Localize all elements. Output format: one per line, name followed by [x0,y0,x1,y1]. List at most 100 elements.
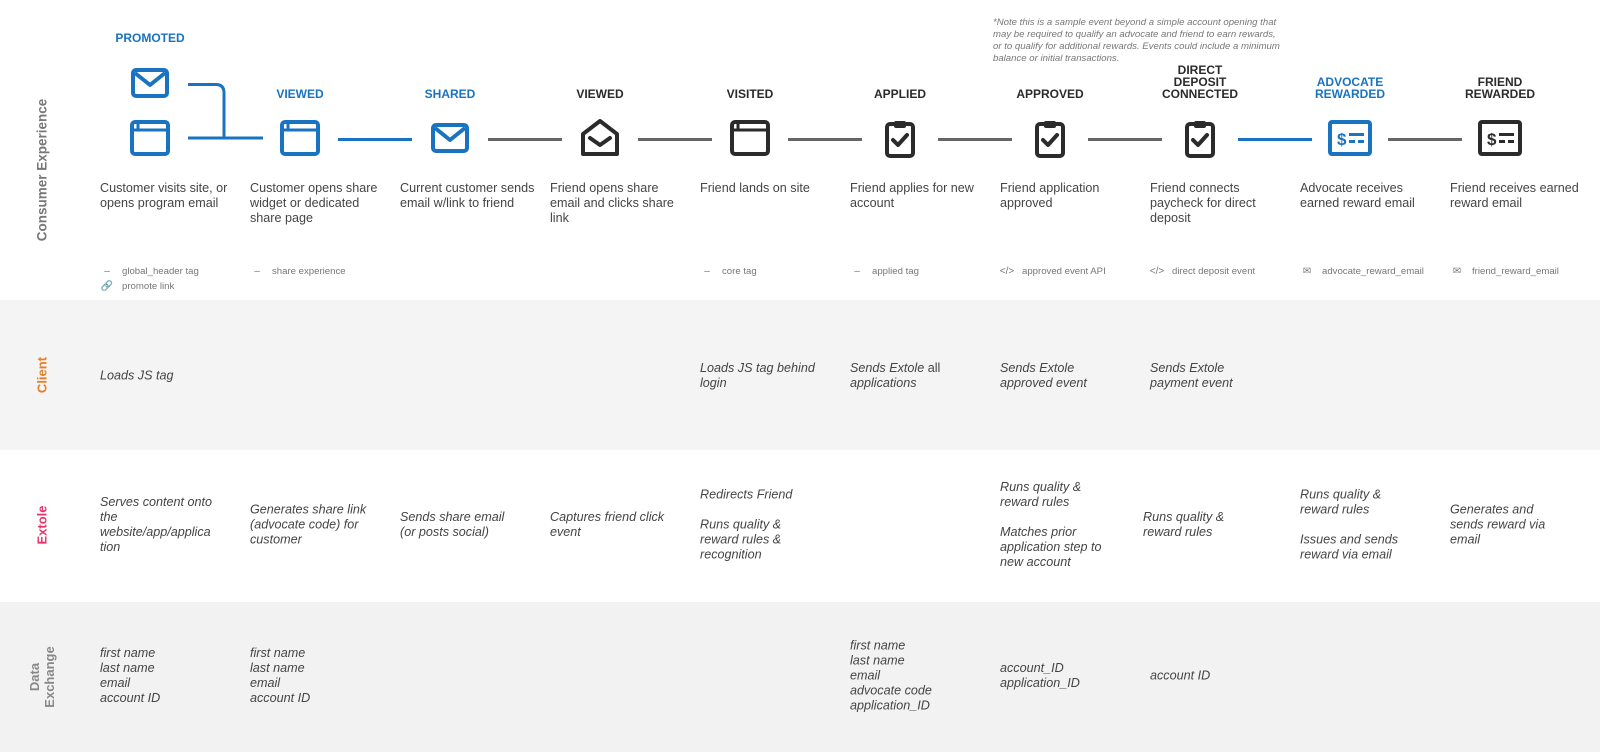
tag-label: global_header tag [122,266,199,277]
cell-line: Sends Extole all [850,361,990,376]
connector-line [938,138,1012,141]
tag-item: </> approved event API [1000,264,1106,279]
code-icon: </> [1149,266,1165,277]
data-exchange-cell: first name last name email advocate code app… [850,639,990,714]
extole-cell: Captures friend click event [550,510,690,540]
clipboard-check-icon [1178,118,1222,158]
cell-line: payment event [1150,376,1233,390]
cell-line: new account [1000,555,1071,569]
step-description: Friend receives earned reward email [1450,181,1579,210]
step-title-line: PROMOTED [115,31,185,45]
cell-line: account ID [100,691,161,705]
step-title: PROMOTED [80,32,220,44]
cell-text: all [924,361,941,375]
tag-label: advocate_reward_email [1322,266,1424,277]
step-title-line: APPROVED [1016,87,1084,101]
open-email-icon [578,118,622,158]
cell-line: Matches prior [1000,525,1077,539]
cell-line: email [1450,532,1481,547]
lane-label-client: Client [34,356,50,394]
cell-line: Generates share link [250,502,367,517]
cell-line: (or posts social) [400,525,489,539]
consumer-experience-lane: Consumer Experience *Note this is a samp… [0,0,1600,300]
step-title-line: VIEWED [276,87,324,101]
step-description: Friend lands on site [700,181,810,195]
client-cell: Loads JS tag behind login [700,361,840,391]
cell-spacer [1300,518,1440,533]
connector-line [638,138,712,141]
cell-line: reward via email [1300,547,1392,562]
cell-line: account ID [250,691,311,705]
cell-line: approved event [1000,376,1087,390]
step-title-line: VISITED [726,87,774,101]
extole-cell: Runs quality & reward rules [1143,510,1283,540]
step-description: Current customer sends email w/link to f… [400,181,535,210]
extole-cell: Runs quality & reward rules Matches prior a… [1000,480,1140,570]
client-cell: Sends Extole all applications [850,361,990,391]
email-icon [428,118,472,158]
tag-label: share experience [272,266,346,277]
cell-line: applications [850,376,990,391]
cell-line: last name [850,653,905,668]
tag-dash-icon: – [254,266,260,277]
step-description: Friend connects paycheck for direct depo… [1150,181,1256,225]
reward-card-icon: $ [1328,118,1372,158]
cell-line: Sends Extole [1000,361,1075,375]
code-icon: </> [999,266,1015,277]
extole-cell: Sends share email (or posts social) [400,510,540,540]
cell-line: recognition [700,547,762,562]
data-exchange-lane: Data Exchange first name last name email ac… [0,602,1600,752]
step-title-line: REWARDED [1314,87,1385,101]
step-description: Customer visits site, or opens program e… [100,181,228,210]
client-lane: Client Loads JS tag Loads JS tag behind lo… [0,300,1600,450]
tag-dash-icon: – [104,266,110,277]
step-title: APPLIED [830,88,970,100]
tag-item: </> direct deposit event [1150,264,1255,279]
step-title-line: REWARDED [1464,87,1535,101]
tag-item: 🔗 promote link [100,279,175,294]
reward-card-icon: $ [1478,118,1522,158]
browser-window-icon [128,118,172,158]
tag-label: applied tag [872,266,919,277]
step-title-line: SHARED [424,87,476,101]
cell-text: Sends Extole [850,361,925,375]
step-description: Customer opens share widget or dedicated… [250,181,378,225]
cell-line: application_ID [1000,676,1080,690]
step-title-line: APPLIED [873,87,926,101]
data-exchange-cell: account_ID application_ID [1000,661,1140,691]
tag-item: – core tag [700,264,756,279]
lane-label-extole: Extole [34,505,50,545]
data-exchange-cell: account ID [1150,669,1290,684]
tag-item: – global_header tag [100,264,199,279]
cell-text: applications [850,376,917,390]
step-title: FRIEND REWARDED [1430,76,1570,100]
step-title: APPROVED [980,88,1120,100]
extole-cell: Generates and sends reward via email [1450,503,1590,548]
tag-label: approved event API [1022,266,1106,277]
cell-line: reward rules & [700,532,782,547]
cell-line: reward rules [1300,502,1370,517]
step-title: VIEWED [230,88,370,100]
connector-line [1238,138,1312,141]
clipboard-check-icon [878,118,922,158]
cell-line: Runs quality & [1143,510,1225,524]
connector-line [1088,138,1162,141]
extole-cell: Generates share link (advocate code) for c… [250,503,390,548]
cell-line: Runs quality & [1300,487,1382,502]
cell-line: Loads JS tag behind [700,361,815,375]
browser-window-icon [278,118,322,158]
cell-line: application step to [1000,540,1102,554]
cell-line: Issues and sends [1300,532,1399,547]
cell-line: tion [100,540,121,554]
cell-line: email [250,676,281,690]
cell-line: customer [250,532,302,547]
extole-lane: Extole Serves content onto the website/app… [0,450,1600,602]
cell-line: last name [250,661,305,675]
lane-label-line: Exchange [42,646,57,708]
client-cell: Loads JS tag [100,369,240,384]
cell-line: email [100,676,131,690]
client-cell: Sends Extole payment event [1150,361,1290,391]
step-title: SHARED [380,88,520,100]
tag-item: ✉ friend_reward_email [1450,264,1559,279]
cell-spacer [700,503,840,518]
